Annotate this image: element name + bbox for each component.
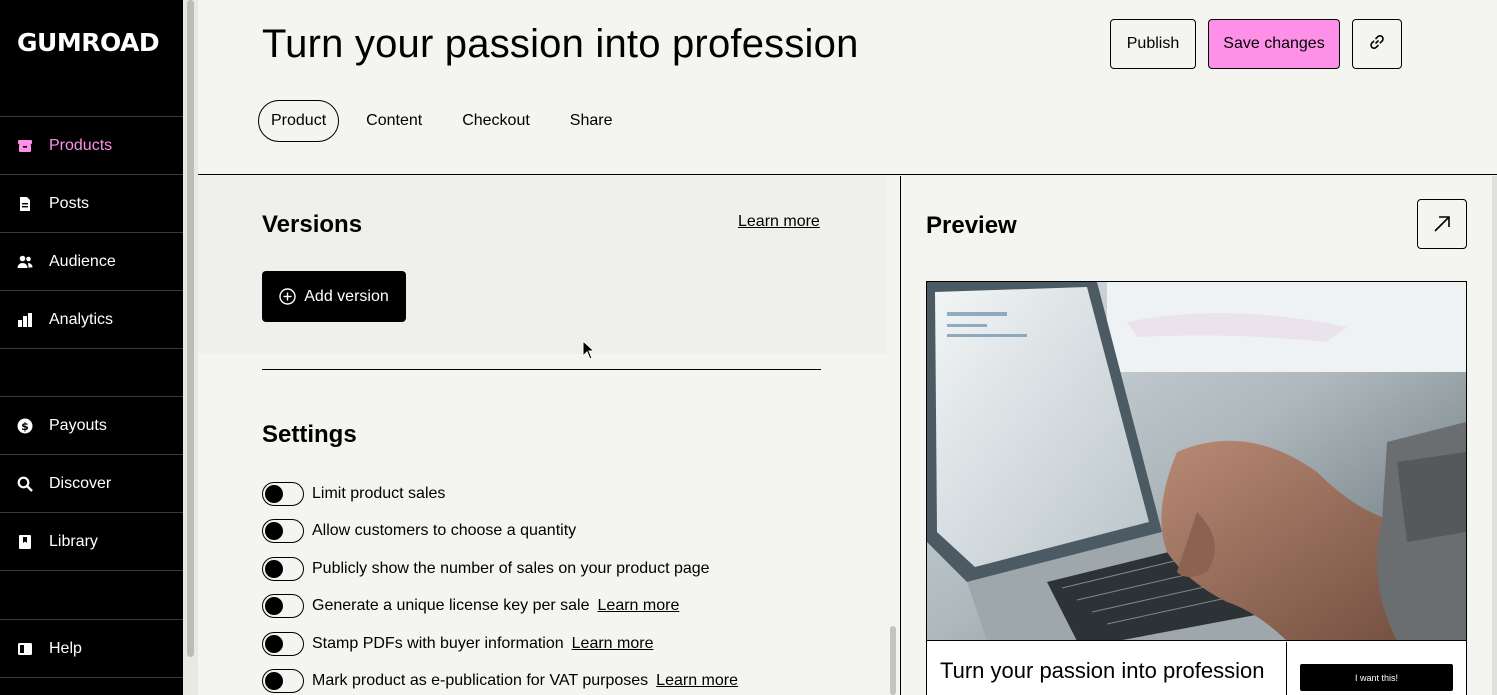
versions-learn-more-link[interactable]: Learn more: [738, 213, 820, 231]
sidebar-item-library[interactable]: Library: [0, 513, 183, 571]
open-preview-button[interactable]: [1417, 199, 1467, 249]
tab-product[interactable]: Product: [258, 100, 340, 142]
license-key-toggle[interactable]: [262, 594, 304, 618]
preview-scrollbar[interactable]: [1492, 176, 1497, 695]
preview-product-title: Turn your passion into profession: [927, 642, 1287, 695]
scrollbar-thumb[interactable]: [890, 626, 896, 695]
epublication-vat-toggle[interactable]: [262, 669, 304, 693]
setting-label: Allow customers to choose a quantity: [312, 522, 577, 539]
sidebar-item-label: Discover: [49, 474, 112, 492]
license-key-learn-more-link[interactable]: Learn more: [598, 597, 680, 615]
sidebar-item-audience[interactable]: Audience: [0, 233, 183, 291]
setting-stamp-pdfs: Stamp PDFs with buyer information Learn …: [262, 632, 653, 656]
people-icon: [17, 254, 33, 270]
sidebar-item-label: Audience: [49, 252, 116, 270]
stamp-pdfs-learn-more-link[interactable]: Learn more: [572, 635, 654, 653]
setting-label: Limit product sales: [312, 485, 446, 502]
epublication-learn-more-link[interactable]: Learn more: [656, 672, 738, 690]
page-title: Turn your passion into profession: [262, 22, 859, 66]
scrollbar-thumb[interactable]: [187, 0, 194, 657]
sidebar: GUMROAD Products Posts Audience Analytic…: [0, 0, 183, 695]
page-header: Turn your passion into profession Publis…: [198, 0, 1497, 175]
bar-chart-icon: [17, 312, 33, 328]
stamp-pdfs-toggle[interactable]: [262, 632, 304, 656]
sidebar-item-payouts[interactable]: $ Payouts: [0, 397, 183, 455]
setting-label: Mark product as e-publication for VAT pu…: [312, 672, 649, 689]
sidebar-nav-footer: Help: [0, 619, 183, 678]
sidebar-nav-secondary: $ Payouts Discover Library: [0, 396, 183, 571]
add-version-button[interactable]: Add version: [262, 271, 406, 322]
sidebar-item-label: Help: [49, 639, 82, 657]
product-editor: Versions Learn more Add version Settings…: [198, 176, 886, 695]
tab-share[interactable]: Share: [557, 100, 626, 142]
setting-license-key: Generate a unique license key per sale L…: [262, 594, 679, 618]
tab-content[interactable]: Content: [353, 100, 435, 142]
save-changes-button[interactable]: Save changes: [1208, 19, 1340, 69]
sidebar-nav-main: Products Posts Audience Analytics: [0, 116, 183, 349]
choose-quantity-toggle[interactable]: [262, 519, 304, 543]
preview-heading: Preview: [926, 212, 1017, 239]
publish-button[interactable]: Publish: [1110, 19, 1196, 69]
sidebar-scrollbar[interactable]: [183, 0, 198, 695]
sidebar-item-products[interactable]: Products: [0, 117, 183, 175]
sidebar-item-label: Products: [49, 136, 113, 154]
settings-heading: Settings: [262, 421, 357, 448]
svg-text:$: $: [21, 420, 29, 433]
gumroad-logo[interactable]: GUMROAD: [17, 28, 160, 57]
setting-epublication-vat: Mark product as e-publication for VAT pu…: [262, 669, 738, 693]
product-cover-image: [927, 282, 1466, 641]
setting-limit-sales: Limit product sales: [262, 482, 445, 506]
document-icon: [17, 196, 33, 212]
setting-label: Stamp PDFs with buyer information: [312, 635, 564, 652]
search-icon: [17, 476, 33, 492]
versions-section: [198, 176, 886, 354]
product-tabs: Product Content Checkout Share: [258, 100, 639, 142]
sidebar-item-posts[interactable]: Posts: [0, 175, 183, 233]
limit-sales-toggle[interactable]: [262, 482, 304, 506]
setting-show-sales-count: Publicly show the number of sales on you…: [262, 557, 710, 581]
product-preview-card: Turn your passion into profession I want…: [926, 281, 1467, 695]
bookmark-icon: [17, 534, 33, 550]
section-divider: [262, 369, 821, 370]
setting-label: Publicly show the number of sales on you…: [312, 560, 710, 577]
sidebar-item-label: Posts: [49, 194, 90, 212]
book-icon: [17, 641, 33, 657]
versions-heading: Versions: [262, 211, 363, 238]
dollar-circle-icon: $: [17, 418, 33, 434]
preview-pane: Preview Turn your passion into professio…: [900, 176, 1497, 695]
setting-choose-quantity: Allow customers to choose a quantity: [262, 519, 576, 543]
editor-scrollbar[interactable]: [886, 176, 900, 695]
link-icon: [1368, 33, 1386, 56]
plus-circle-icon: [279, 288, 296, 305]
sidebar-item-help[interactable]: Help: [0, 620, 183, 678]
sidebar-item-label: Analytics: [49, 310, 114, 328]
add-version-label: Add version: [304, 287, 389, 305]
copy-link-button[interactable]: [1352, 19, 1402, 69]
archive-icon: [17, 138, 33, 154]
mouse-cursor: [582, 339, 596, 365]
show-sales-count-toggle[interactable]: [262, 557, 304, 581]
setting-label: Generate a unique license key per sale: [312, 597, 590, 614]
sidebar-item-analytics[interactable]: Analytics: [0, 291, 183, 349]
arrow-up-right-icon: [1434, 216, 1450, 232]
tab-checkout[interactable]: Checkout: [449, 100, 543, 142]
sidebar-item-discover[interactable]: Discover: [0, 455, 183, 513]
sidebar-item-label: Library: [49, 532, 98, 550]
sidebar-item-label: Payouts: [49, 416, 107, 434]
buy-button[interactable]: I want this!: [1300, 664, 1453, 691]
